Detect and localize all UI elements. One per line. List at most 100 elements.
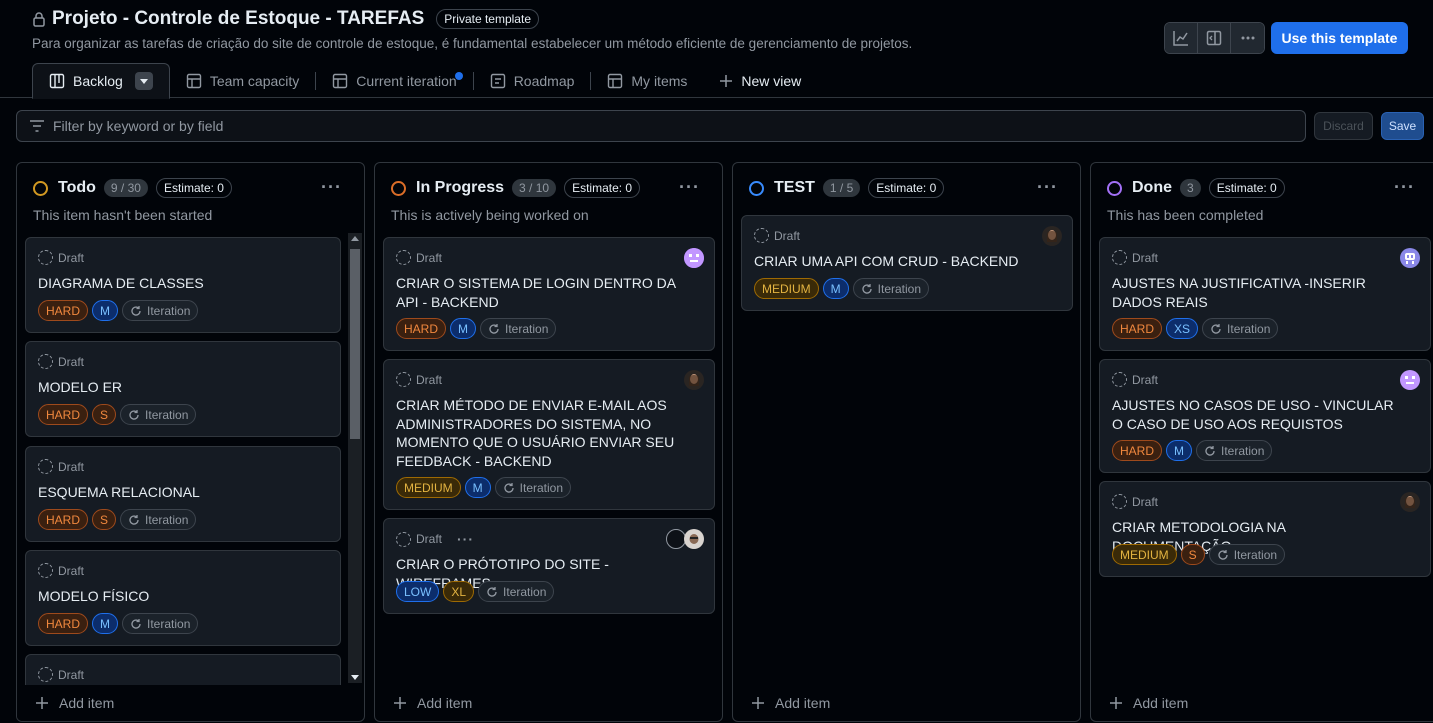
table-icon <box>186 73 202 89</box>
list-item[interactable]: Draft ··· CRIAR O PRÓTOTIPO DO SITE - WIR… <box>383 518 715 614</box>
list-item[interactable]: Draft MODELO ER HARD S Iteration <box>25 341 341 437</box>
avatar[interactable] <box>684 370 704 390</box>
avatar[interactable] <box>684 248 704 268</box>
insights-button[interactable] <box>1165 23 1198 53</box>
tab-label: New view <box>741 73 802 89</box>
draft-status: Draft <box>38 667 84 682</box>
card-title[interactable]: CRIAR MÉTODO DE ENVIAR E-MAIL AOS ADMINI… <box>396 396 692 470</box>
card-title[interactable]: AJUSTES NA JUSTIFICATIVA -INSERIR DADOS … <box>1112 274 1408 311</box>
chevron-down-icon <box>139 78 148 84</box>
page-title: Projeto - Controle de Estoque - TAREFAS <box>52 8 425 29</box>
use-template-button[interactable]: Use this template <box>1271 22 1408 54</box>
add-item-button[interactable]: Add item <box>751 695 830 711</box>
table-icon <box>607 73 623 89</box>
tab-current-iteration[interactable]: Current iteration <box>316 64 472 98</box>
avatar[interactable] <box>1042 226 1062 246</box>
card-title[interactable]: ESQUEMA RELACIONAL <box>38 483 334 502</box>
draft-status: Draft <box>754 228 800 243</box>
iteration-label: Iteration <box>1202 318 1279 339</box>
card-title[interactable]: MODELO FÍSICO <box>38 587 334 606</box>
draft-icon <box>1112 250 1127 265</box>
card-labels: HARD M Iteration <box>1112 440 1273 461</box>
scroll-up-icon[interactable] <box>351 236 359 241</box>
card-labels: HARD M Iteration <box>38 613 199 634</box>
iteration-label: Iteration <box>1196 440 1273 461</box>
card-title[interactable]: CRIAR O SISTEMA DE LOGIN DENTRO DA API -… <box>396 274 692 311</box>
column-title: Done <box>1132 179 1172 196</box>
iteration-icon <box>503 482 515 494</box>
column-header: Todo 9 / 30 Estimate: 0 <box>33 177 232 199</box>
tab-my-items[interactable]: My items <box>591 64 703 98</box>
priority-label: HARD <box>38 509 89 530</box>
size-label: M <box>450 318 477 339</box>
card-title[interactable]: AJUSTES NO CASOS DE USO - VINCULAR O CAS… <box>1112 396 1408 433</box>
tab-options-dropdown[interactable] <box>134 72 153 90</box>
tab-label: Roadmap <box>513 73 575 89</box>
status-circle-icon <box>749 180 764 196</box>
column-menu-button[interactable]: ··· <box>321 177 342 198</box>
tab-team-capacity[interactable]: Team capacity <box>170 64 315 98</box>
list-item[interactable]: Draft MODELO FÍSICO HARD M Iteration <box>25 550 341 646</box>
column-description: This has been completed <box>1107 207 1264 223</box>
avatar[interactable] <box>666 529 686 549</box>
scrollbar-thumb[interactable] <box>350 249 360 439</box>
more-options-button[interactable] <box>1231 23 1264 53</box>
private-template-badge: Private template <box>436 9 539 29</box>
item-count: 1 / 5 <box>822 179 861 197</box>
filter-input[interactable]: Filter by keyword or by field <box>16 110 1306 142</box>
column-menu-button[interactable]: ··· <box>679 177 700 198</box>
avatar[interactable] <box>1400 492 1420 512</box>
card-menu-button[interactable]: ··· <box>457 531 474 547</box>
draft-status: Draft <box>396 250 442 265</box>
iteration-icon <box>130 618 142 630</box>
avatar[interactable] <box>1400 248 1420 268</box>
draft-status: Draft <box>1112 494 1158 509</box>
save-button[interactable]: Save <box>1381 112 1424 140</box>
add-item-label: Add item <box>59 695 115 711</box>
draft-status: Draft <box>38 563 84 578</box>
draft-icon <box>38 459 53 474</box>
priority-label: MEDIUM <box>1112 544 1177 565</box>
iteration-text: Iteration <box>1227 321 1271 336</box>
add-item-button[interactable]: Add item <box>17 685 347 721</box>
list-item[interactable]: Draft ESQUEMA RELACIONAL HARD S Iteratio… <box>25 446 341 542</box>
avatar[interactable] <box>684 529 704 549</box>
column-menu-button[interactable]: ··· <box>1037 177 1058 198</box>
tab-label: Current iteration <box>356 73 457 89</box>
draft-icon <box>396 531 411 547</box>
card-title[interactable]: CRIAR UMA API COM CRUD - BACKEND <box>754 252 1050 271</box>
new-view-button[interactable]: New view <box>703 64 817 98</box>
column-menu-button[interactable]: ··· <box>1394 177 1415 198</box>
list-item[interactable]: Draft CRIAR METODOLOGIA NA DOCUMENTAÇÃO … <box>1099 481 1431 577</box>
list-item[interactable]: Draft CRIAR UMA API COM CRUD - BACKEND M… <box>741 215 1073 311</box>
add-item-button[interactable]: Add item <box>393 695 472 711</box>
list-item[interactable]: Draft CRIAR O SISTEMA DE LOGIN DENTRO DA… <box>383 237 715 351</box>
estimate-badge: Estimate: 0 <box>155 178 232 198</box>
draft-label: Draft <box>58 250 85 265</box>
unsaved-indicator <box>454 72 463 80</box>
column-scrollbar[interactable] <box>348 233 362 683</box>
list-item[interactable]: Draft AJUSTES NA JUSTIFICATIVA -INSERIR … <box>1099 237 1431 351</box>
plus-icon <box>719 74 733 88</box>
scroll-down-icon[interactable] <box>351 675 359 680</box>
lock-icon <box>32 11 46 27</box>
add-item-button[interactable]: Add item <box>1109 695 1188 711</box>
list-item[interactable]: Draft CRIAR MÉTODO DE ENVIAR E-MAIL AOS … <box>383 359 715 510</box>
column-title: Todo <box>58 179 96 196</box>
card-title[interactable]: MODELO ER <box>38 378 334 397</box>
tab-roadmap[interactable]: Roadmap <box>474 64 591 98</box>
side-panel-button[interactable] <box>1198 23 1231 53</box>
iteration-label: Iteration <box>494 477 572 498</box>
discard-button[interactable]: Discard <box>1314 112 1373 140</box>
list-item[interactable]: Draft AJUSTES NO CASOS DE USO - VINCULAR… <box>1099 359 1431 473</box>
list-item[interactable]: Draft DIAGRAMA DE CLASSES HARD M Iterati… <box>25 237 341 333</box>
iteration-icon <box>486 586 498 598</box>
card-title[interactable]: DIAGRAMA DE CLASSES <box>38 274 334 293</box>
avatar[interactable] <box>1400 370 1420 390</box>
item-count: 3 <box>1180 179 1201 197</box>
tab-backlog[interactable]: Backlog <box>32 63 170 99</box>
item-count: 9 / 30 <box>103 179 148 197</box>
card-labels: MEDIUM S Iteration <box>1112 544 1286 565</box>
iteration-label: Iteration <box>478 581 555 602</box>
priority-label: HARD <box>1112 318 1163 339</box>
